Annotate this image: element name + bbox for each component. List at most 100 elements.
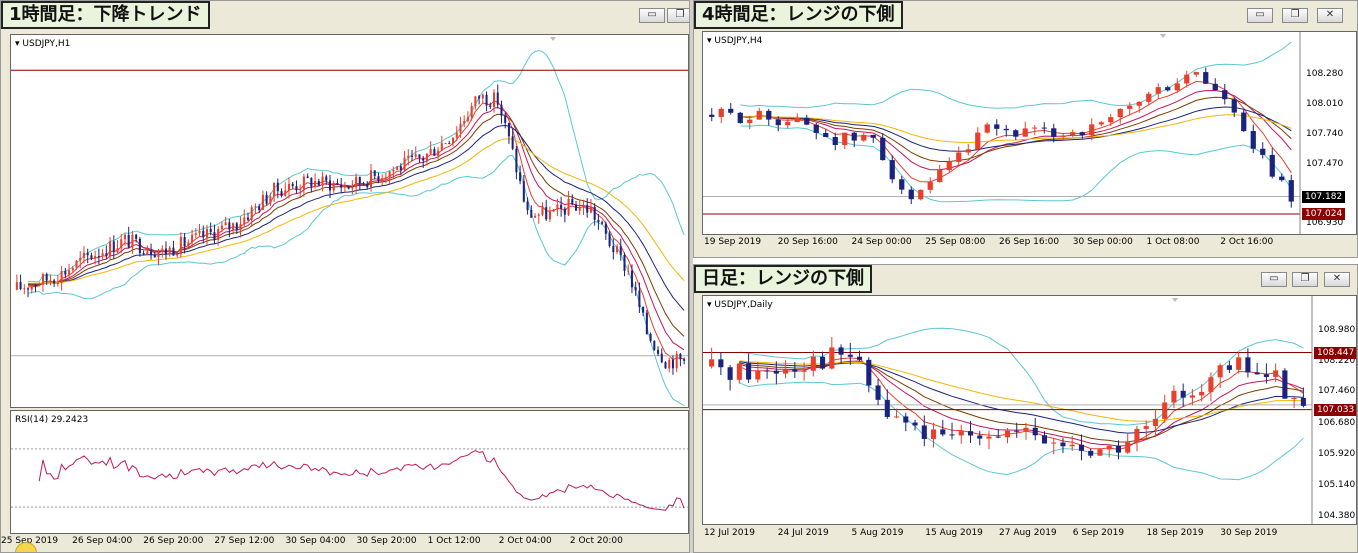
- candle-body: [560, 204, 563, 209]
- candle-body: [191, 234, 194, 243]
- price-tag: 107.024: [1302, 208, 1346, 221]
- candle-body: [27, 288, 30, 290]
- x-tick-label: 1 Oct 08:00: [1146, 237, 1200, 247]
- x-tick-label: 26 Sep 04:00: [72, 536, 133, 546]
- candle-body: [927, 182, 933, 190]
- candle-body: [956, 152, 962, 162]
- candle-body: [496, 92, 499, 105]
- candle-body: [64, 271, 67, 275]
- restore-button[interactable]: ❐: [1282, 8, 1308, 23]
- candle-body: [884, 399, 890, 417]
- candle-body: [1217, 365, 1223, 378]
- candle-body: [172, 247, 175, 256]
- h4-symbol-label: ▾ USDJPY,H4: [707, 36, 763, 46]
- candle-body: [444, 143, 447, 145]
- candle-body: [302, 176, 305, 190]
- h1-symbol-label: ▾ USDJPY,H1: [15, 39, 71, 49]
- candle-body: [612, 245, 615, 253]
- x-tick-label: 12 Jul 2019: [704, 528, 755, 538]
- candle-body: [967, 431, 974, 436]
- scroll-marker-icon: [1172, 298, 1178, 302]
- candle-body: [1291, 397, 1297, 399]
- candle-body: [183, 236, 186, 247]
- x-tick-label: 26 Sep 16:00: [999, 237, 1060, 247]
- candle-body: [410, 155, 414, 157]
- close-icon: ✕: [1332, 273, 1342, 284]
- candle-body: [977, 435, 983, 439]
- price-tag: 107.033: [1314, 403, 1356, 416]
- close-button[interactable]: ✕: [1324, 272, 1350, 287]
- candle-body: [265, 194, 268, 204]
- candle-body: [571, 198, 574, 205]
- candle-body: [1032, 127, 1038, 129]
- h1-rsi-pane[interactable]: RSI(14) 29.2423: [10, 410, 689, 534]
- h4-chart-window[interactable]: 4時間足：レンジの下側 ▭ ❐ ✕ ▾ USDJPY,H4 108.280 108…: [693, 0, 1358, 258]
- candle-body: [894, 416, 900, 418]
- candle-body: [261, 194, 264, 210]
- minimize-button[interactable]: ▭: [1247, 8, 1273, 23]
- candle-body: [1208, 377, 1214, 392]
- candle-body: [1143, 426, 1149, 429]
- x-tick-label: 6 Sep 2019: [1072, 528, 1125, 538]
- candle-body: [563, 208, 566, 215]
- h1-price-pane[interactable]: ▾ USDJPY,H1: [10, 34, 689, 408]
- candle-body: [232, 223, 235, 230]
- close-button[interactable]: ✕: [1317, 8, 1343, 23]
- candle-body: [168, 247, 171, 255]
- y-tick-label: 108.980: [1318, 325, 1356, 335]
- ema-10: [27, 106, 685, 351]
- daily-price-pane[interactable]: ▾ USDJPY,Daily 108.980 108.220 107.460 106.…: [702, 295, 1357, 525]
- candle-body: [176, 254, 179, 256]
- h4-price-pane[interactable]: ▾ USDJPY,H4 108.280 108.010 107.740 107.470…: [702, 31, 1357, 235]
- candle-body: [946, 161, 952, 171]
- candle-body: [116, 248, 119, 253]
- candle-body: [209, 228, 212, 233]
- candle-body: [1079, 132, 1085, 136]
- candle-body: [597, 219, 600, 223]
- y-tick-label: 108.280: [1306, 68, 1344, 79]
- daily-chart-window[interactable]: 日足：レンジの下側 ▭ ❐ ✕ ▾ USDJPY,Daily 108.980 10…: [693, 264, 1358, 553]
- candle-body: [49, 280, 52, 282]
- candle-body: [623, 254, 626, 271]
- candle-body: [1032, 427, 1038, 436]
- candle-body: [97, 255, 100, 257]
- h4-x-axis: 19 Sep 2019 20 Sep 16:00 24 Sep 00:00 25 Se…: [694, 237, 1357, 251]
- x-tick-label: 2 Oct 16:00: [1220, 237, 1274, 247]
- candle-body: [310, 177, 313, 187]
- restore-button[interactable]: ❐: [667, 8, 689, 23]
- candle-body: [138, 238, 141, 254]
- candle-body: [429, 149, 432, 154]
- candle-body: [82, 252, 85, 258]
- candle-body: [522, 181, 525, 202]
- candle-body: [1146, 93, 1152, 102]
- candle-body: [857, 356, 863, 360]
- restore-button[interactable]: ❐: [1292, 272, 1318, 287]
- candle-body: [1180, 390, 1186, 398]
- minimize-button[interactable]: ▭: [639, 8, 665, 23]
- candle-body: [1106, 445, 1112, 450]
- candle-body: [463, 120, 466, 124]
- h1-price-chart: [11, 37, 688, 406]
- candle-body: [153, 254, 156, 258]
- candle-body: [940, 429, 946, 435]
- candle-body: [217, 229, 220, 240]
- candle-body: [847, 354, 853, 357]
- candle-body: [994, 124, 1000, 129]
- h1-symbol-text: USDJPY,H1: [22, 39, 71, 49]
- candle-body: [198, 230, 201, 234]
- candle-body: [530, 210, 533, 218]
- candle-body: [1117, 108, 1123, 118]
- h1-x-axis: 25 Sep 2019 26 Sep 04:00 26 Sep 20:00 27 Se…: [1, 536, 689, 550]
- candle-body: [1014, 430, 1020, 432]
- h1-chart-window[interactable]: 1時間足：下降トレンド ▭ ❐ ▾ USDJPY,H1 RSI(14) 29.2…: [0, 0, 690, 553]
- candle-body: [511, 136, 514, 149]
- candle-body: [220, 225, 223, 230]
- restore-icon: ❐: [1300, 273, 1310, 284]
- candle-body: [870, 134, 876, 138]
- candle-body: [1134, 428, 1140, 443]
- bollinger-lower-band: [739, 381, 1304, 481]
- candle-body: [224, 222, 227, 226]
- minimize-button[interactable]: ▭: [1261, 272, 1287, 287]
- candle-body: [642, 306, 645, 313]
- candle-body: [541, 207, 544, 215]
